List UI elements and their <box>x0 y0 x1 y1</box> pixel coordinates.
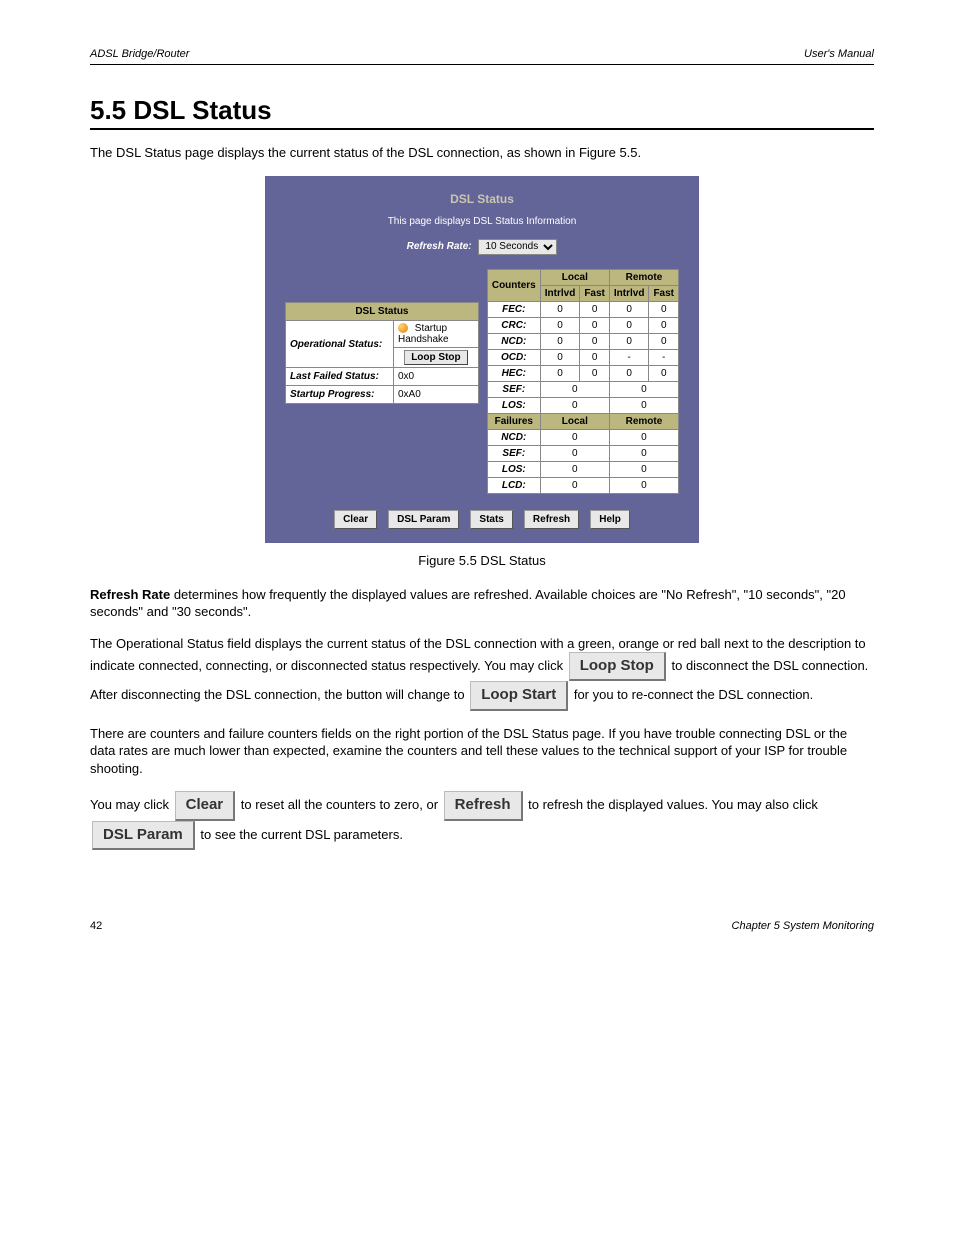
bottom-buttons-paragraph: You may click Clear to reset all the cou… <box>90 791 874 850</box>
counters-paragraph: There are counters and failure counters … <box>90 725 874 778</box>
frow-lcd: LCD: 0 0 <box>487 477 678 493</box>
figure-caption: Figure 5.5 DSL Status <box>90 553 874 568</box>
inline-clear-button[interactable]: Clear <box>175 791 236 820</box>
panel-help-button[interactable]: Help <box>590 510 630 529</box>
status-dot-icon <box>398 323 408 333</box>
row-los: LOS: 0 0 <box>487 397 678 413</box>
refresh-rate-paragraph: Refresh Rate determines how frequently t… <box>90 586 874 621</box>
row-crc: CRC: 0 0 0 0 <box>487 317 678 333</box>
footer-chapter: Chapter 5 System Monitoring <box>732 920 874 932</box>
startup-progress-label: Startup Progress: <box>286 386 394 404</box>
row-ocd: OCD: 0 0 - - <box>487 349 678 365</box>
row-hec: HEC: 0 0 0 0 <box>487 365 678 381</box>
panel-clear-button[interactable]: Clear <box>334 510 377 529</box>
dsl-status-panel: DSL Status This page displays DSL Status… <box>265 176 699 543</box>
refresh-rate-label: Refresh Rate: <box>407 241 472 252</box>
failures-head: Failures <box>487 413 540 429</box>
row-sef: SEF: 0 0 <box>487 381 678 397</box>
section-title: 5.5 DSL Status <box>90 95 874 130</box>
counters-table: Counters Local Remote Intrlvd Fast Intrl… <box>487 269 679 494</box>
page-footer: 42 Chapter 5 System Monitoring <box>90 920 874 932</box>
operational-status-label: Operational Status: <box>286 321 394 368</box>
operational-status-paragraph: The Operational Status field displays th… <box>90 635 874 711</box>
refresh-rate-term: Refresh Rate <box>90 587 170 602</box>
frow-ncd: NCD: 0 0 <box>487 429 678 445</box>
frow-los: LOS: 0 0 <box>487 461 678 477</box>
row-fec: FEC: 0 0 0 0 <box>487 301 678 317</box>
remote-head: Remote <box>609 269 678 285</box>
header-left: ADSL Bridge/Router <box>90 48 189 60</box>
startup-progress-value: 0xA0 <box>394 386 479 404</box>
loop-stop-button[interactable]: Loop Stop <box>404 350 467 365</box>
local-head: Local <box>540 269 609 285</box>
header-right: User's Manual <box>804 48 874 60</box>
panel-subtitle: This page displays DSL Status Informatio… <box>285 216 679 227</box>
panel-stats-button[interactable]: Stats <box>470 510 512 529</box>
frow-sef: SEF: 0 0 <box>487 445 678 461</box>
refresh-rate-select[interactable]: 10 Seconds <box>478 239 557 255</box>
panel-refresh-button[interactable]: Refresh <box>524 510 579 529</box>
page-header: ADSL Bridge/Router User's Manual <box>90 48 874 65</box>
status-header: DSL Status <box>286 303 479 321</box>
panel-title: DSL Status <box>285 192 679 206</box>
last-failed-label: Last Failed Status: <box>286 368 394 386</box>
panel-dslparam-button[interactable]: DSL Param <box>388 510 459 529</box>
last-failed-value: 0x0 <box>394 368 479 386</box>
counters-head: Counters <box>487 269 540 301</box>
intro-paragraph: The DSL Status page displays the current… <box>90 144 874 162</box>
dsl-status-table: DSL Status Operational Status: Startup H… <box>285 269 479 405</box>
inline-loop-stop-button[interactable]: Loop Stop <box>569 652 666 681</box>
inline-loop-start-button[interactable]: Loop Start <box>470 681 568 710</box>
row-ncd: NCD: 0 0 0 0 <box>487 333 678 349</box>
page-number: 42 <box>90 920 102 932</box>
inline-refresh-button[interactable]: Refresh <box>444 791 523 820</box>
inline-dslparam-button[interactable]: DSL Param <box>92 821 195 850</box>
